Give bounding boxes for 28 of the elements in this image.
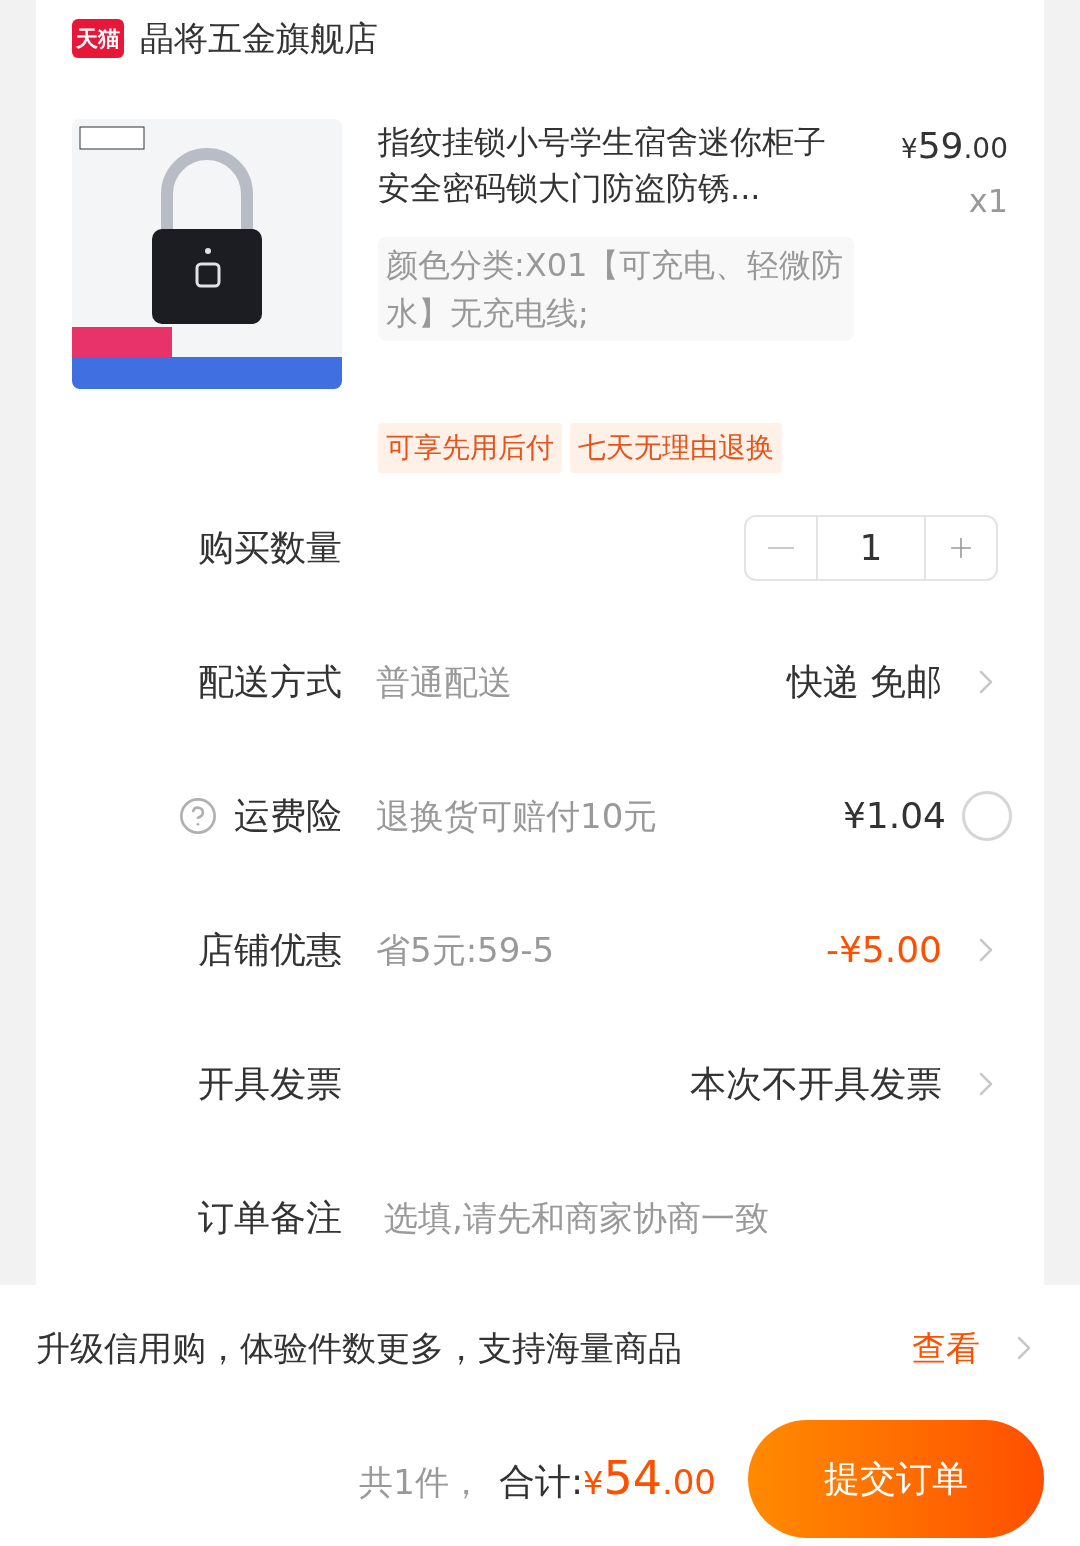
service-tag: 七天无理由退换 (570, 423, 782, 473)
row-value[interactable]: 本次不开具发票 (690, 1057, 942, 1111)
row-label: 配送方式 (198, 660, 342, 704)
row-value: ¥1.04 (842, 794, 946, 838)
banner-text: 升级信用购，体验件数更多，支持海量商品 (36, 1326, 682, 1370)
row-label: 购买数量 (198, 526, 342, 570)
quantity-value: 1 (858, 526, 884, 570)
total-label: 合计: (498, 1460, 583, 1504)
store-name[interactable]: 晶将五金旗舰店 (140, 13, 378, 64)
product-price: ¥59.00 (901, 124, 1008, 168)
row-label: 店铺优惠 (198, 928, 342, 972)
row-detail: 退换货可赔付10元 (376, 794, 658, 838)
store-badge: 天猫 (72, 19, 124, 58)
checkbox[interactable] (962, 791, 1012, 841)
product-title[interactable]: 指纹挂锁小号学生宿舍迷你柜子安全密码锁大门防盗防锈... (378, 119, 848, 225)
quantity-label: x1 (968, 181, 1008, 222)
minus-icon (768, 547, 794, 549)
item-count: 共1件， (359, 1461, 483, 1504)
row-detail: 省5元:59-5 (376, 928, 555, 972)
note-field[interactable]: 选填,请先和商家协商一致 (384, 1192, 1006, 1244)
row-value[interactable]: 快递 免邮 (786, 655, 942, 709)
row-label: 开具发票 (198, 1062, 342, 1106)
total-price: ¥54.00 (583, 1450, 716, 1507)
service-tag: 可享先用后付 (378, 423, 562, 473)
row-label: 运费险 (234, 794, 342, 838)
help-icon[interactable] (178, 796, 218, 836)
row-detail: 普通配送 (376, 660, 512, 704)
row-label: 订单备注 (198, 1196, 342, 1240)
